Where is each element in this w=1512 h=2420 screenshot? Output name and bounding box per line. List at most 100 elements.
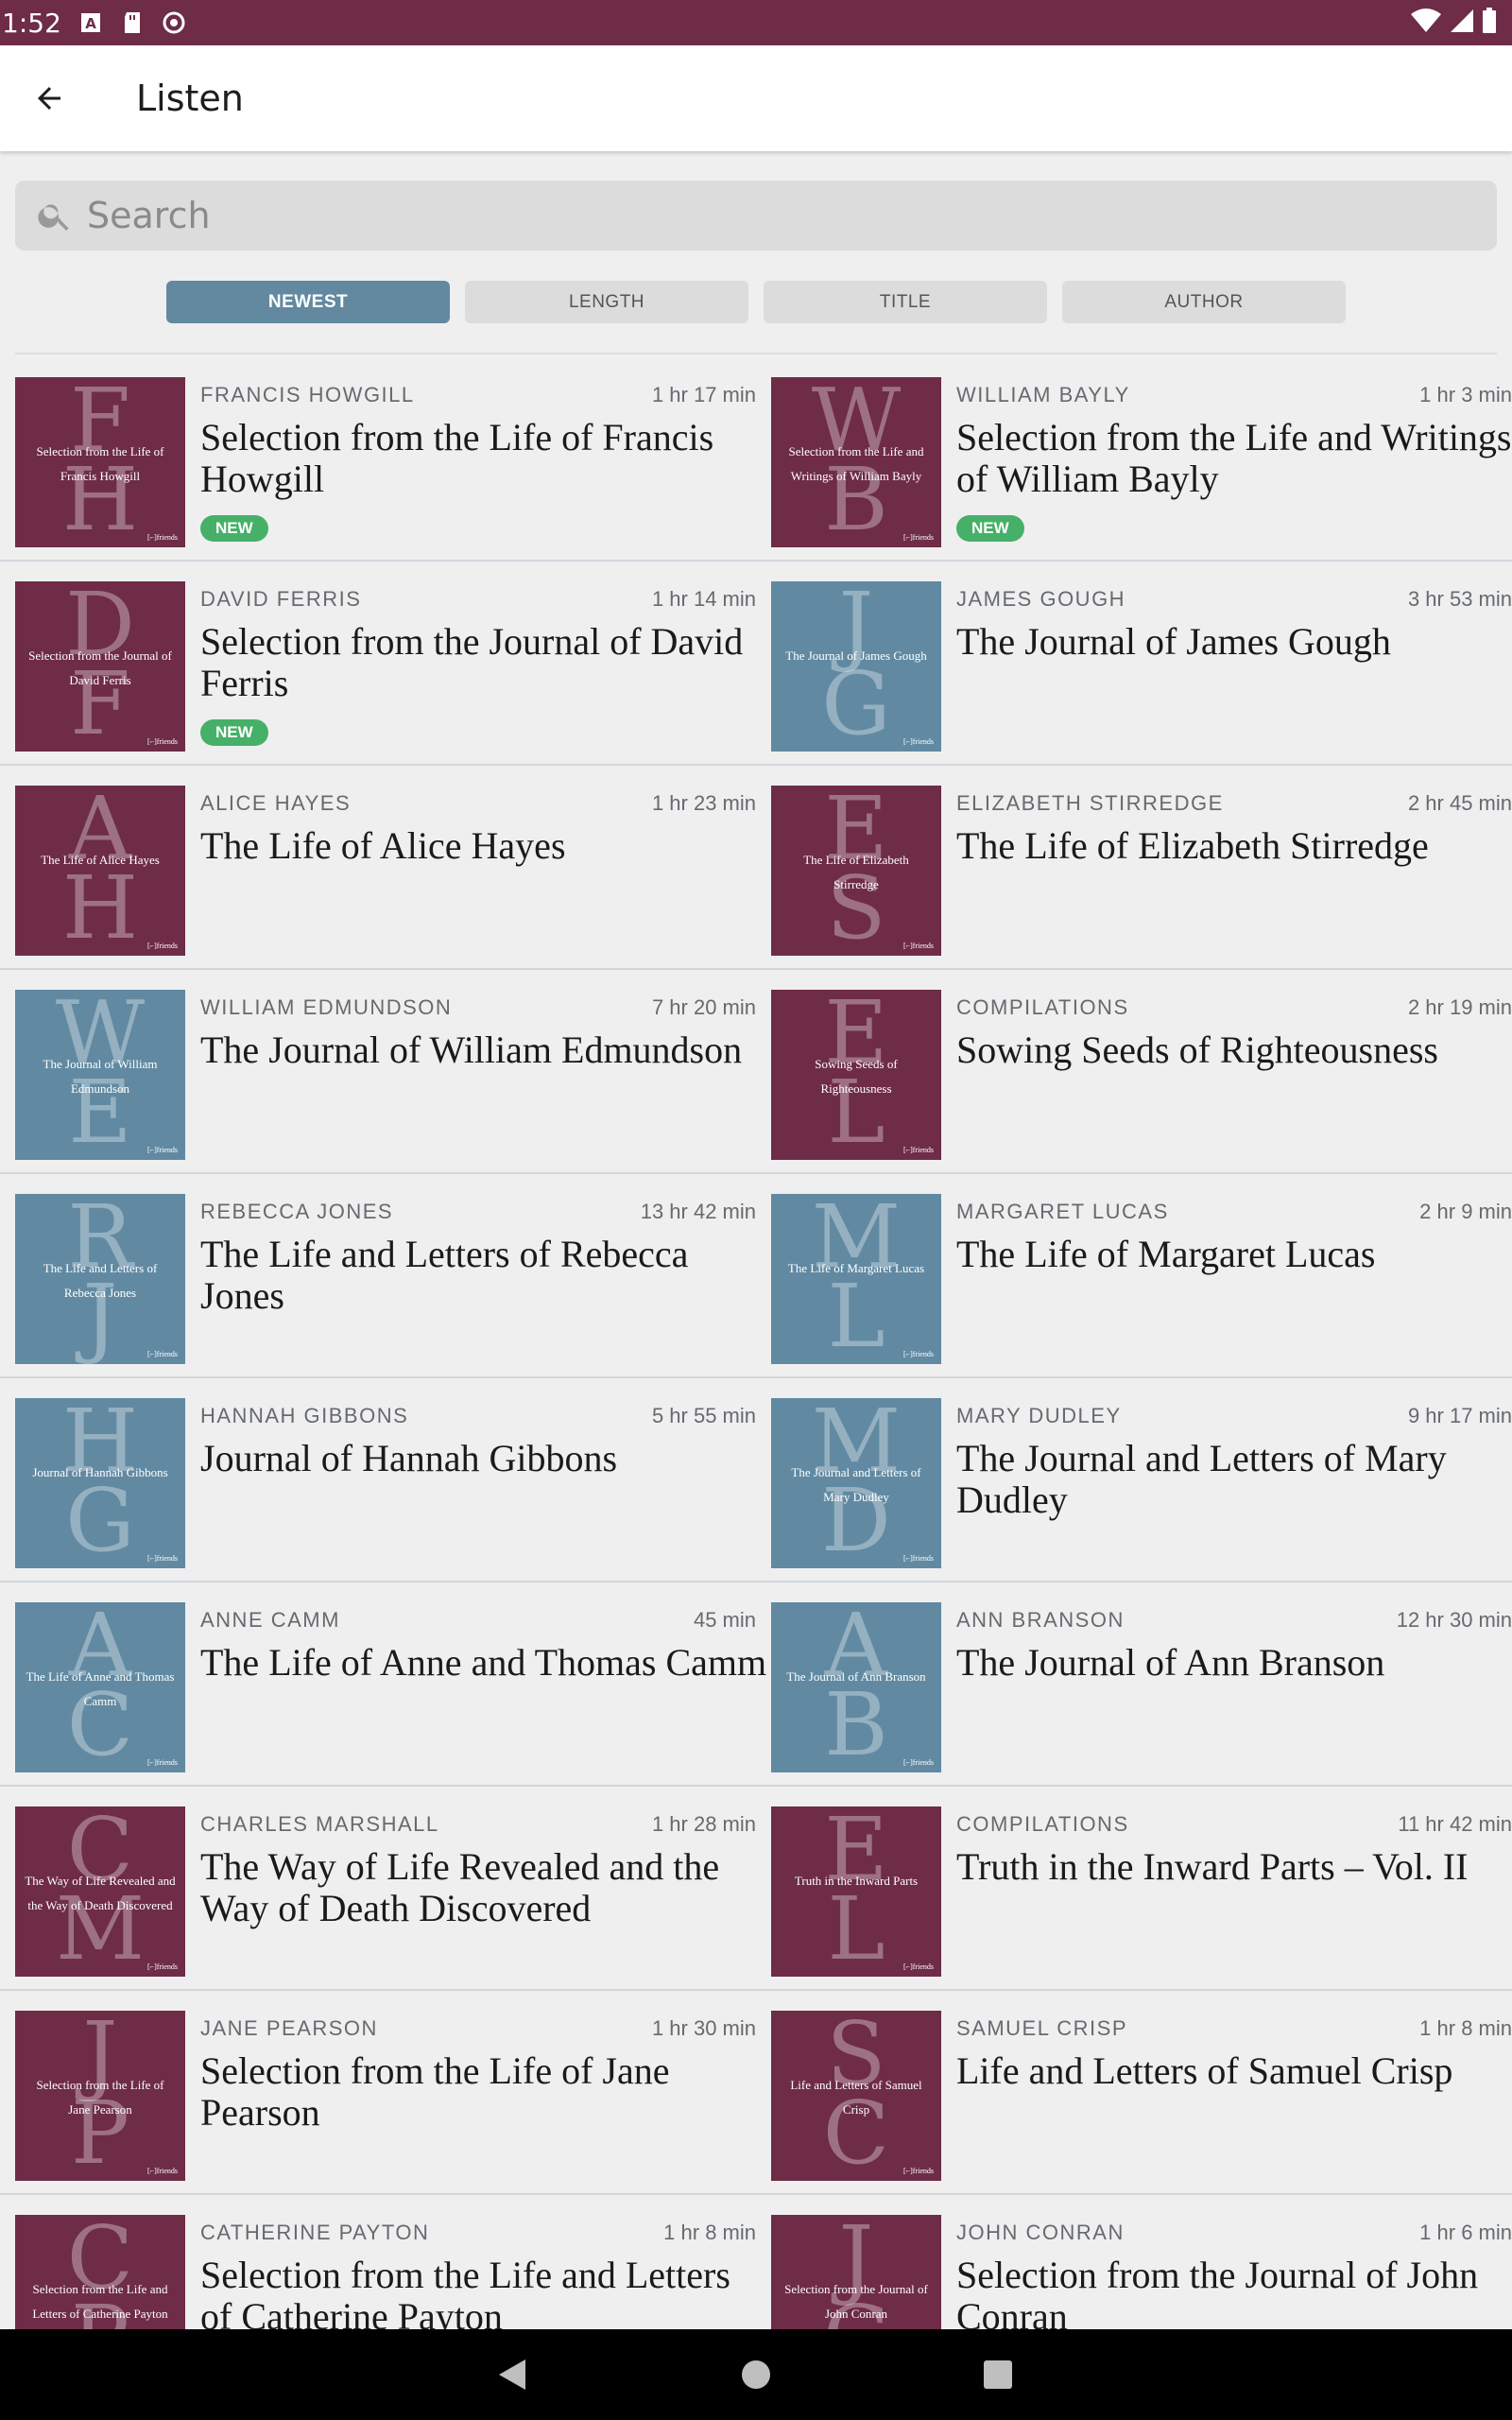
item-info: ELIZABETH STIRREDGE 2 hr 45 min The Life o… bbox=[956, 786, 1512, 956]
audiobook-item[interactable]: J P Selection from the Life of Jane Pearso… bbox=[15, 2011, 756, 2181]
search-bar[interactable] bbox=[15, 181, 1497, 251]
item-title: The Life of Anne and Thomas Camm bbox=[200, 1641, 767, 1684]
cover-title: The Life of Anne and Thomas Camm bbox=[26, 1669, 175, 1708]
item-info: ANNE CAMM 45 min The Life of Anne and Thom… bbox=[200, 1602, 766, 1772]
audiobook-item[interactable]: H G Journal of Hannah Gibbons [⌐]friends HAN… bbox=[15, 1398, 756, 1568]
item-duration: 1 hr 3 min bbox=[1419, 383, 1512, 406]
audiobook-item[interactable]: W E The Journal of William Edmundson [⌐]fri… bbox=[15, 990, 756, 1160]
list-row: H G Journal of Hannah Gibbons [⌐]friends HAN… bbox=[0, 1378, 1512, 1582]
publisher-logo-icon: [⌐]friends bbox=[146, 1758, 178, 1767]
audiobook-item[interactable]: E S The Life of Elizabeth Stirredge [⌐]frie… bbox=[771, 786, 1512, 956]
publisher-logo-icon: [⌐]friends bbox=[902, 1758, 934, 1767]
item-author: ANNE CAMM bbox=[200, 1608, 340, 1632]
item-title: Truth in the Inward Parts – Vol. II bbox=[956, 1845, 1469, 1888]
tab-author[interactable]: AUTHOR bbox=[1062, 281, 1346, 323]
cover-title: The Journal and Letters of Mary Dudley bbox=[791, 1465, 921, 1504]
item-info: HANNAH GIBBONS 5 hr 55 min Journal of Hann… bbox=[200, 1398, 756, 1568]
item-duration: 13 hr 42 min bbox=[640, 1200, 756, 1223]
item-title: The Journal of Ann Branson bbox=[956, 1641, 1385, 1684]
item-duration: 1 hr 8 min bbox=[1419, 2016, 1512, 2040]
item-author: MARGARET LUCAS bbox=[956, 1200, 1169, 1223]
cover-image: E L Sowing Seeds of Righteousness [⌐]friend… bbox=[771, 990, 941, 1160]
item-info: DAVID FERRIS 1 hr 14 min Selection from th… bbox=[200, 581, 756, 752]
audiobook-item[interactable]: C M The Way of Life Revealed and the Way o… bbox=[15, 1806, 756, 1977]
cover-image: M L The Life of Margaret Lucas [⌐]friends bbox=[771, 1194, 941, 1364]
item-title: The Life and Letters of Rebecca Jones bbox=[200, 1233, 689, 1317]
item-duration: 2 hr 9 min bbox=[1419, 1200, 1512, 1223]
item-duration: 1 hr 17 min bbox=[651, 383, 756, 406]
item-title: Selection from the Life and Writings of … bbox=[956, 416, 1512, 500]
cover-initial: B bbox=[824, 1674, 888, 1772]
publisher-logo-icon: [⌐]friends bbox=[146, 1350, 178, 1358]
item-title: The Life of Margaret Lucas bbox=[956, 1233, 1376, 1275]
search-input[interactable] bbox=[85, 194, 1459, 237]
system-nav-bar bbox=[0, 2329, 1512, 2420]
cover-image: D F Selection from the Journal of David Fe… bbox=[15, 581, 185, 752]
publisher-logo-icon: [⌐]friends bbox=[146, 533, 178, 542]
audiobook-item[interactable]: A C The Life of Anne and Thomas Camm [⌐]fri… bbox=[15, 1602, 766, 1772]
publisher-logo-icon: [⌐]friends bbox=[146, 2167, 178, 2175]
publisher-logo-icon: [⌐]friends bbox=[902, 1146, 934, 1154]
audiobook-item[interactable]: S C Life and Letters of Samuel Crisp [⌐]fri… bbox=[771, 2011, 1512, 2181]
sort-tabs: NEWEST LENGTH TITLE AUTHOR bbox=[166, 281, 1346, 323]
audiobook-item[interactable]: A B The Journal of Ann Branson [⌐]friends AN… bbox=[771, 1602, 1512, 1772]
cover-title: Selection from the Life of Jane Pearson bbox=[36, 2078, 164, 2117]
item-title: The Life of Alice Hayes bbox=[200, 824, 566, 867]
item-duration: 1 hr 30 min bbox=[651, 2016, 756, 2040]
cover-image: E S The Life of Elizabeth Stirredge [⌐]frie… bbox=[771, 786, 941, 956]
item-duration: 45 min bbox=[693, 1608, 756, 1632]
item-info: COMPILATIONS 11 hr 42 min Truth in the Inw… bbox=[956, 1806, 1512, 1977]
cover-title: The Life and Letters of Rebecca Jones bbox=[43, 1261, 158, 1300]
cover-initial: L bbox=[827, 1878, 885, 1977]
tab-title[interactable]: TITLE bbox=[764, 281, 1047, 323]
back-button[interactable] bbox=[21, 70, 77, 127]
item-author: WILLIAM BAYLY bbox=[956, 383, 1130, 406]
audiobook-item[interactable]: E L Sowing Seeds of Righteousness [⌐]friend… bbox=[771, 990, 1512, 1160]
publisher-logo-icon: [⌐]friends bbox=[902, 2167, 934, 2175]
item-info: WILLIAM BAYLY 1 hr 3 min Selection from th… bbox=[956, 377, 1512, 547]
item-info: JANE PEARSON 1 hr 30 min Selection from th… bbox=[200, 2011, 756, 2181]
back-arrow-icon bbox=[38, 87, 60, 110]
cover-image: J P Selection from the Life of Jane Pearso… bbox=[15, 2011, 185, 2181]
cover-title: Selection from the Life and Writings of … bbox=[788, 444, 924, 483]
item-title: Selection from the Journal of David Ferr… bbox=[200, 620, 744, 704]
item-title: Sowing Seeds of Righteousness bbox=[956, 1028, 1438, 1071]
item-author: HANNAH GIBBONS bbox=[200, 1404, 409, 1427]
cover-image: W B Selection from the Life and Writings o… bbox=[771, 377, 941, 547]
audiobook-item[interactable]: M D The Journal and Letters of Mary Dudley… bbox=[771, 1398, 1512, 1568]
audiobook-item[interactable]: W B Selection from the Life and Writings o… bbox=[771, 377, 1512, 547]
item-duration: 5 hr 55 min bbox=[651, 1404, 756, 1427]
wifi-icon bbox=[1410, 8, 1442, 39]
audiobook-item[interactable]: F H Selection from the Life of Francis How… bbox=[15, 377, 756, 547]
cover-title: The Journal of Ann Branson bbox=[786, 1669, 926, 1684]
item-info: JAMES GOUGH 3 hr 53 min The Journal of Jam… bbox=[956, 581, 1512, 752]
page-title: Listen bbox=[136, 78, 244, 119]
item-author: REBECCA JONES bbox=[200, 1200, 394, 1223]
cover-title: Journal of Hannah Gibbons bbox=[32, 1465, 168, 1479]
audiobook-item[interactable]: E L Truth in the Inward Parts [⌐]friends COM… bbox=[771, 1806, 1512, 1977]
item-duration: 9 hr 17 min bbox=[1407, 1404, 1512, 1427]
cover-title: Selection from the Life of Francis Howgi… bbox=[36, 444, 164, 483]
audiobook-item[interactable]: D F Selection from the Journal of David Fe… bbox=[15, 581, 756, 752]
cover-initial: G bbox=[821, 653, 891, 752]
divider bbox=[15, 353, 1497, 354]
audiobook-item[interactable]: A H The Life of Alice Hayes [⌐]friends ALICE… bbox=[15, 786, 756, 956]
item-duration: 2 hr 19 min bbox=[1407, 995, 1512, 1019]
nav-recents-icon[interactable] bbox=[979, 2356, 1017, 2394]
nav-home-icon[interactable] bbox=[737, 2356, 775, 2394]
audiobook-item[interactable]: J G The Journal of James Gough [⌐]friends JA… bbox=[771, 581, 1512, 752]
tab-newest[interactable]: NEWEST bbox=[166, 281, 450, 323]
item-author: WILLIAM EDMUNDSON bbox=[200, 995, 453, 1019]
audiobook-item[interactable]: M L The Life of Margaret Lucas [⌐]friends MA… bbox=[771, 1194, 1512, 1364]
item-author: SAMUEL CRISP bbox=[956, 2016, 1128, 2040]
item-author: COMPILATIONS bbox=[956, 1812, 1129, 1836]
publisher-logo-icon: [⌐]friends bbox=[902, 1350, 934, 1358]
cover-title: Selection from the Journal of John Conra… bbox=[784, 2282, 928, 2321]
cover-title: The Journal of William Edmundson bbox=[43, 1057, 158, 1096]
audiobook-item[interactable]: R J The Life and Letters of Rebecca Jones[… bbox=[15, 1194, 756, 1364]
item-author: CHARLES MARSHALL bbox=[200, 1812, 439, 1836]
item-info: FRANCIS HOWGILL 1 hr 17 min Selection from… bbox=[200, 377, 756, 547]
nav-back-icon[interactable] bbox=[495, 2356, 533, 2394]
tab-length[interactable]: LENGTH bbox=[465, 281, 748, 323]
item-info: MARGARET LUCAS 2 hr 9 min The Life of Marg… bbox=[956, 1194, 1512, 1364]
